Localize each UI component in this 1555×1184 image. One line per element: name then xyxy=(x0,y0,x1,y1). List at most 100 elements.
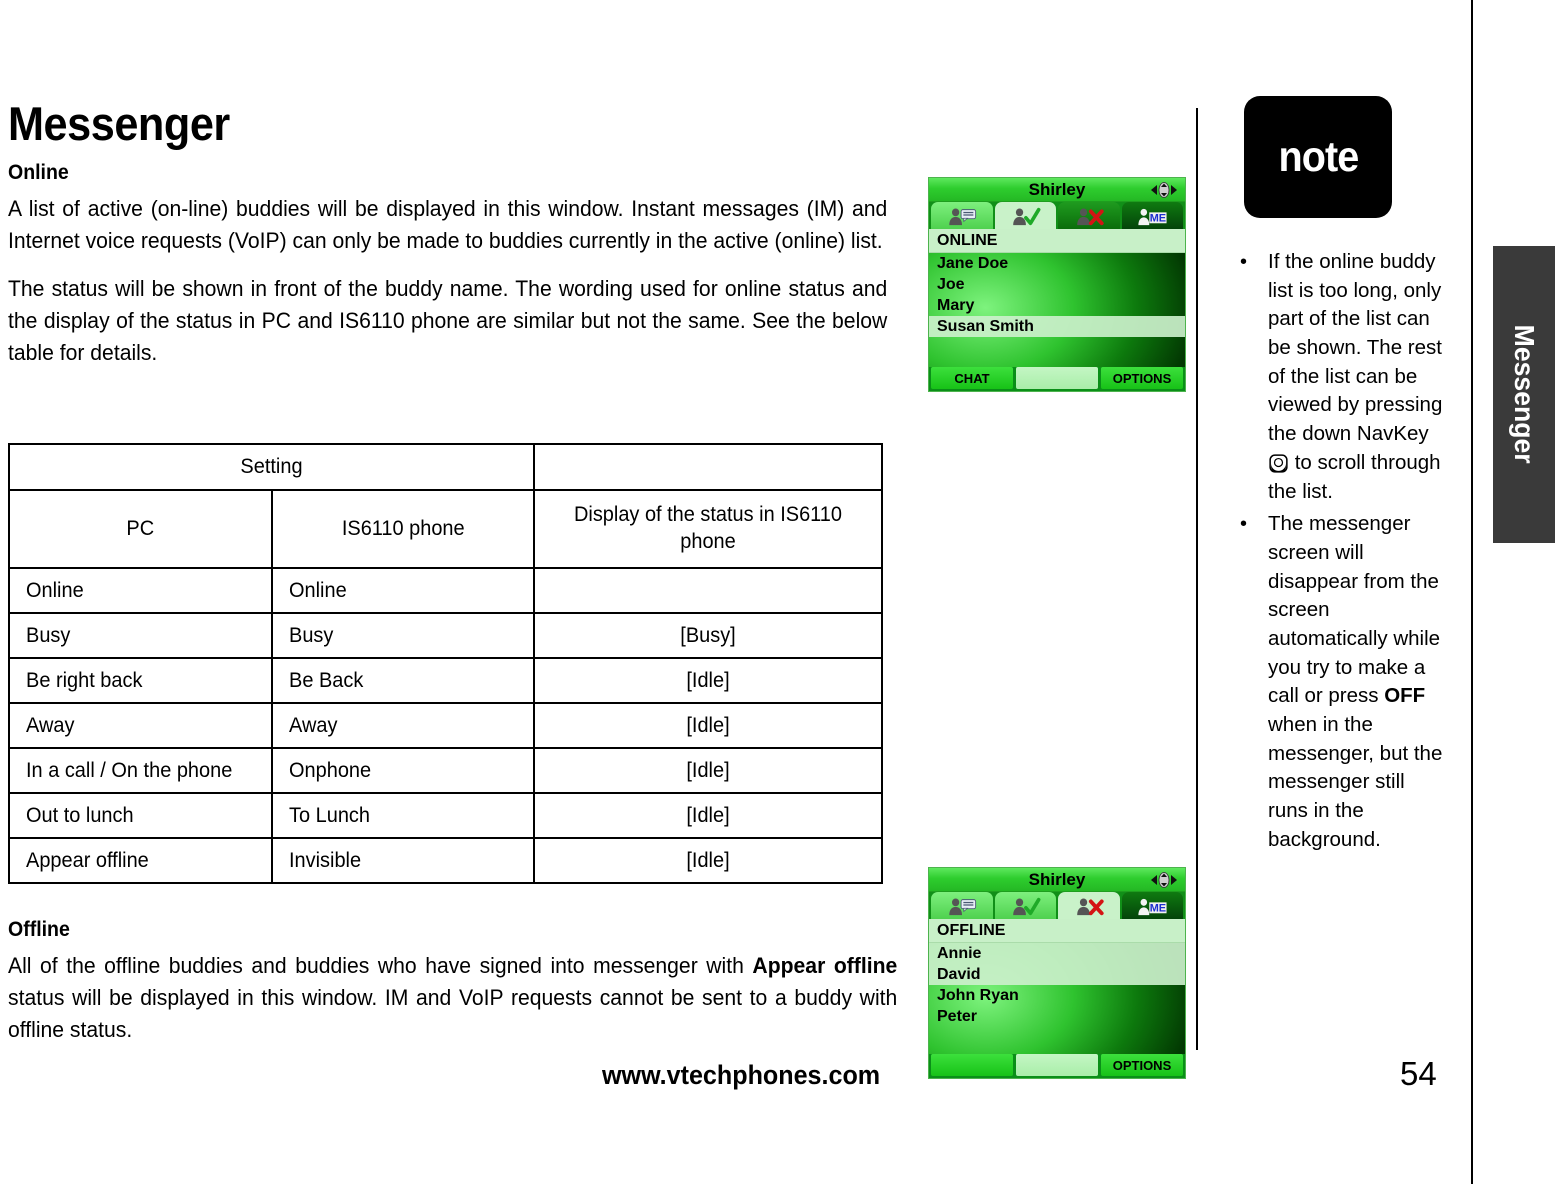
phone-buddy-list[interactable]: Annie David John Ryan Peter xyxy=(929,943,1185,1054)
tab-chat[interactable] xyxy=(931,202,993,229)
table-row: In a call / On the phone Onphone [Idle] xyxy=(9,747,882,794)
person-x-icon xyxy=(1076,898,1104,915)
online-section-heading: Online xyxy=(8,161,69,184)
list-item-selected[interactable]: Susan Smith xyxy=(929,316,1185,337)
cell-phone: Be Back xyxy=(277,657,529,704)
softkey-middle[interactable] xyxy=(1016,367,1098,389)
phone-title-bar: Shirley xyxy=(929,868,1185,892)
cell-phone: Away xyxy=(277,702,529,749)
phone-buddy-list[interactable]: Jane Doe Joe Mary Susan Smith xyxy=(929,253,1185,367)
note-1-part1: If the online buddy list is too long, on… xyxy=(1268,250,1443,446)
four-way-navigation-icon xyxy=(1149,871,1179,888)
footer-url: www.vtechphones.com xyxy=(602,1060,881,1090)
table-col-header-display: Display of the status in IS6110 phone xyxy=(541,489,875,569)
tab-online[interactable] xyxy=(994,892,1056,919)
list-item-selected[interactable]: Annie xyxy=(929,943,1185,964)
cell-display: [Idle] xyxy=(541,792,875,839)
phone-tab-strip[interactable]: ME xyxy=(929,892,1185,919)
list-item-selected[interactable]: David xyxy=(929,964,1185,985)
status-mapping-table: Setting PC IS6110 phone Display of the s… xyxy=(8,443,883,884)
note-bullet-list: • If the online buddy list is too long, … xyxy=(1240,248,1450,854)
offline-text-bold: Appear offline xyxy=(752,953,898,978)
online-paragraph-2: The status will be shown in front of the… xyxy=(8,275,888,365)
list-item[interactable]: Jane Doe xyxy=(929,253,1185,274)
section-side-tab[interactable]: Messenger xyxy=(1493,246,1555,543)
cell-pc: Busy xyxy=(14,612,266,659)
note-item-1-text: If the online buddy list is too long, on… xyxy=(1268,248,1450,506)
tab-me[interactable]: ME xyxy=(1121,202,1183,229)
column-divider xyxy=(1196,108,1198,1050)
table-row: Busy Busy [Busy] xyxy=(9,612,882,659)
softkey-right-options[interactable]: OPTIONS xyxy=(1101,1054,1183,1076)
tab-online[interactable] xyxy=(994,202,1056,229)
note-2-part1: The messenger screen will disappear from… xyxy=(1268,512,1441,708)
note-2-part2: when in the messenger, but the messenger… xyxy=(1268,713,1443,851)
tab-offline[interactable] xyxy=(1058,202,1120,229)
phone-title-text: Shirley xyxy=(1028,179,1086,199)
list-item[interactable]: Peter xyxy=(929,1006,1185,1027)
softkey-middle[interactable] xyxy=(1016,1054,1098,1076)
table-row: Be right back Be Back [Idle] xyxy=(9,657,882,704)
note-bullet-item-1: • If the online buddy list is too long, … xyxy=(1240,248,1450,506)
cell-display: [Idle] xyxy=(541,837,875,884)
side-tab-label: Messenger xyxy=(1509,325,1540,464)
cell-display: [Idle] xyxy=(541,747,875,794)
tab-chat[interactable] xyxy=(931,892,993,919)
table-group-header-row: Setting xyxy=(9,443,882,491)
phone-section-label: OFFLINE xyxy=(929,919,1185,943)
person-me-icon: ME xyxy=(1138,208,1167,225)
table-row: Online Online xyxy=(9,567,882,614)
cell-display: [Idle] xyxy=(541,657,875,704)
offline-text-part2: status will be displayed in this window.… xyxy=(8,984,898,1042)
cell-pc: Away xyxy=(14,702,266,749)
cell-pc: In a call / On the phone xyxy=(14,747,266,794)
phone-softkey-bar[interactable]: CHAT OPTIONS xyxy=(929,367,1185,391)
cell-display: [Idle] xyxy=(541,702,875,749)
list-item[interactable]: Mary xyxy=(929,295,1185,316)
footer-page-number: 54 xyxy=(1400,1055,1437,1092)
person-me-icon: ME xyxy=(1138,898,1167,915)
cell-pc: Appear offline xyxy=(14,837,266,884)
note-item-2-text: The messenger screen will disappear from… xyxy=(1268,510,1450,854)
softkey-left-chat[interactable]: CHAT xyxy=(931,367,1013,389)
cell-phone: Invisible xyxy=(277,837,529,884)
table-col-header-pc: PC xyxy=(14,489,266,569)
phone-tab-strip[interactable]: ME xyxy=(929,202,1185,229)
cell-phone: To Lunch xyxy=(277,792,529,839)
table-column-header-row: PC IS6110 phone Display of the status in… xyxy=(9,489,882,569)
cell-phone: Onphone xyxy=(277,747,529,794)
phone-screenshot-online: Shirley ME ONLINE Jane Doe Joe Mary Susa… xyxy=(928,177,1186,392)
cell-phone: Busy xyxy=(277,612,529,659)
person-x-icon xyxy=(1076,208,1104,225)
cell-display: [Busy] xyxy=(541,612,875,659)
cell-display xyxy=(541,567,875,614)
tab-me[interactable]: ME xyxy=(1121,892,1183,919)
online-paragraph-1: A list of active (on-line) buddies will … xyxy=(8,196,888,253)
phone-softkey-bar[interactable]: OPTIONS xyxy=(929,1054,1185,1078)
person-message-icon xyxy=(949,208,976,225)
person-message-icon xyxy=(949,898,976,915)
phone-title-bar: Shirley xyxy=(929,178,1185,202)
page-edge-rule xyxy=(1471,0,1473,1184)
note-bullet-item-2: • The messenger screen will disappear fr… xyxy=(1240,510,1450,854)
phone-section-label: ONLINE xyxy=(929,229,1185,253)
phone-title-text: Shirley xyxy=(1028,869,1086,889)
cell-pc: Out to lunch xyxy=(14,792,266,839)
softkey-right-options[interactable]: OPTIONS xyxy=(1101,367,1183,389)
table-row: Away Away [Idle] xyxy=(9,702,882,749)
bullet-dot-icon: • xyxy=(1240,251,1248,273)
offline-paragraph: All of the offline buddies and buddies w… xyxy=(8,950,897,1046)
note-2-bold: OFF xyxy=(1384,684,1426,708)
note-1-part2: to scroll through the list. xyxy=(1268,450,1441,503)
note-badge-label: note xyxy=(1278,132,1359,181)
svg-text:ME: ME xyxy=(1150,902,1166,914)
offline-section: Offline All of the offline buddies and b… xyxy=(8,918,898,1062)
note-badge: note xyxy=(1244,96,1392,218)
list-item[interactable]: John Ryan xyxy=(929,985,1185,1006)
four-way-navigation-icon xyxy=(1149,181,1179,198)
softkey-left[interactable] xyxy=(931,1054,1013,1076)
offline-text-part1: All of the offline buddies and buddies w… xyxy=(8,953,753,978)
list-item[interactable]: Joe xyxy=(929,274,1185,295)
tab-offline[interactable] xyxy=(1058,892,1120,919)
person-check-icon xyxy=(1013,897,1041,915)
